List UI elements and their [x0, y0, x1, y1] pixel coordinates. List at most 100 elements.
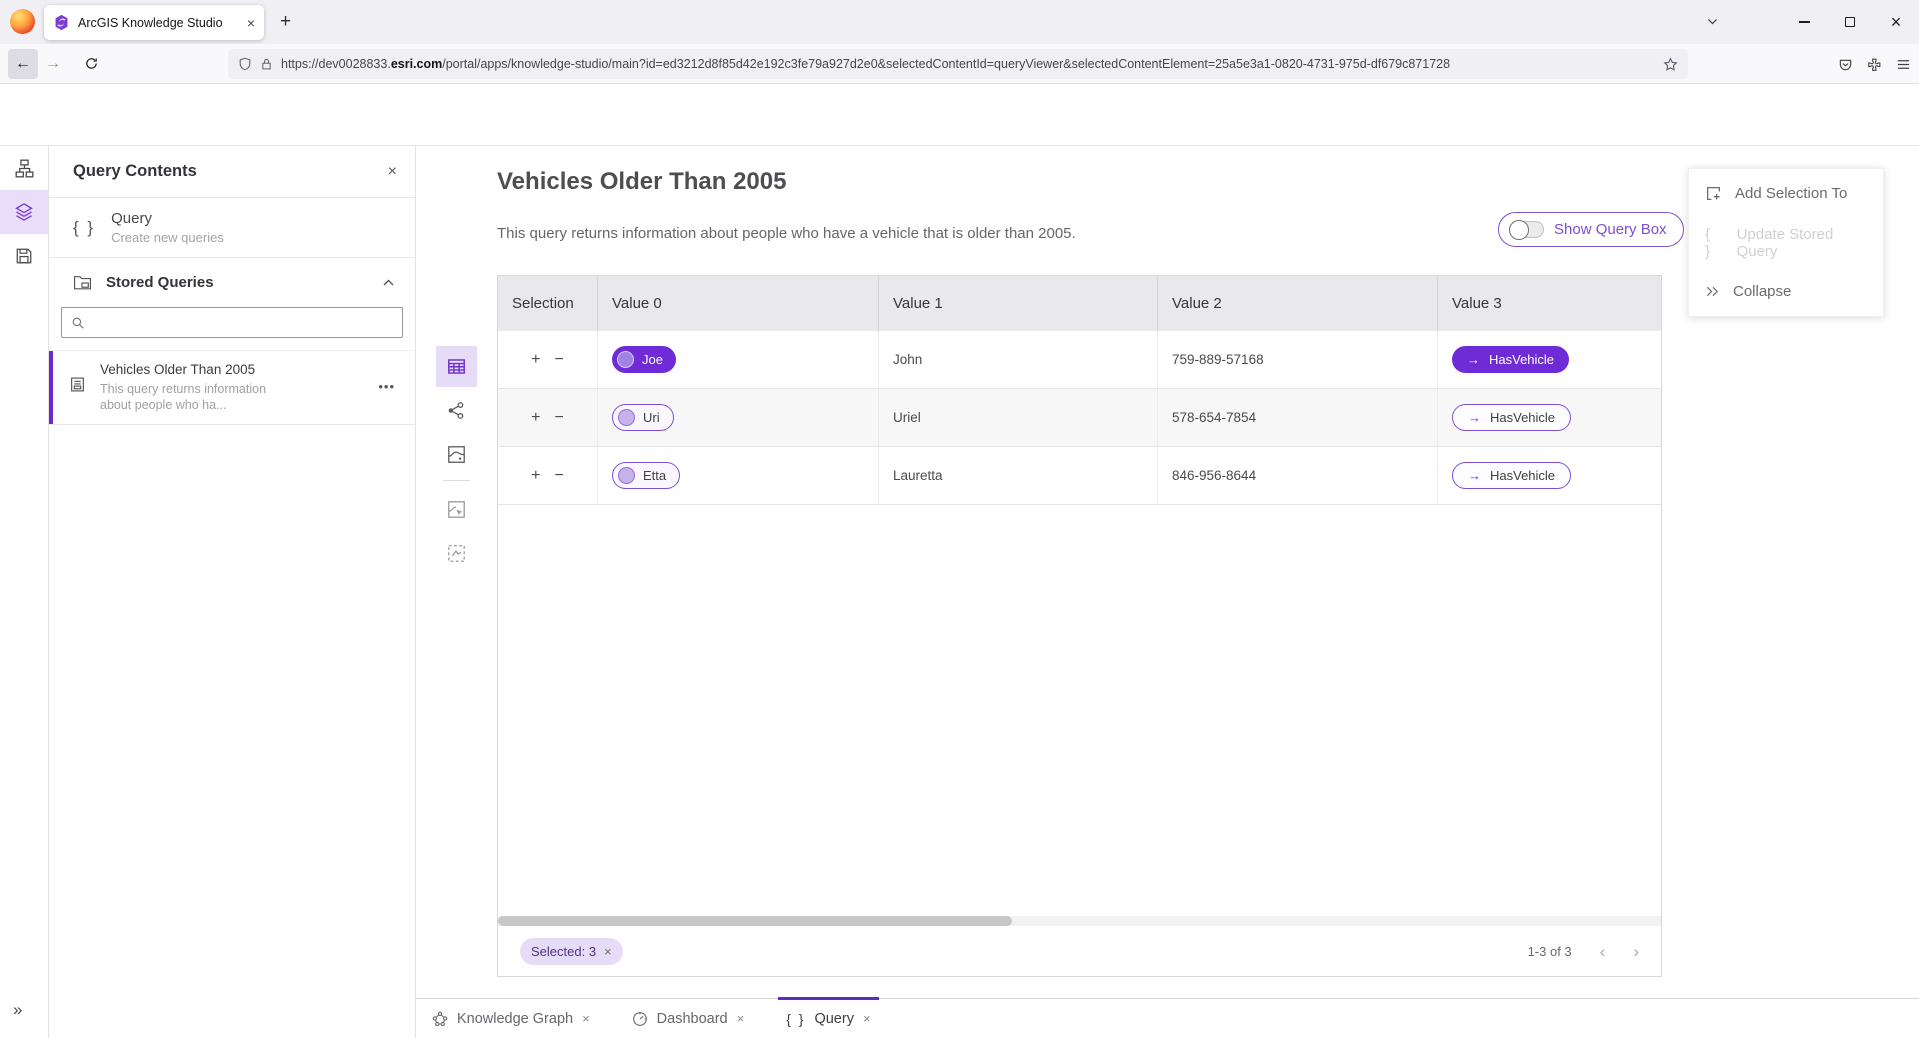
next-page-icon[interactable]: ›: [1633, 942, 1639, 962]
toggle-switch[interactable]: [1509, 221, 1544, 238]
browser-tab[interactable]: ArcGIS Knowledge Studio ×: [44, 5, 264, 40]
table-row[interactable]: +− Uri Uriel578-654-7854 →HasVehicle: [498, 389, 1661, 447]
forward-button[interactable]: →: [38, 49, 68, 79]
close-window-button[interactable]: ×: [1873, 0, 1919, 44]
results-table: Selection Value 0 Value 1 Value 2 Value …: [497, 275, 1662, 977]
menu-item-update-stored-query[interactable]: { } Update Stored Query: [1689, 218, 1883, 267]
remove-selection-icon[interactable]: −: [555, 409, 564, 427]
shield-icon[interactable]: [238, 57, 252, 71]
layers-icon: [14, 202, 34, 222]
back-button[interactable]: ←: [8, 49, 38, 79]
entity-chip[interactable]: Uri: [612, 404, 674, 431]
selection-area-icon: [447, 544, 466, 563]
page-description: This query returns information about peo…: [497, 225, 1076, 242]
column-header[interactable]: Value 2: [1158, 276, 1438, 331]
selection-cell: +−: [498, 331, 598, 388]
lock-icon[interactable]: [260, 57, 273, 71]
entity-label: Uri: [643, 410, 660, 425]
expand-selection-icon[interactable]: +: [531, 351, 540, 369]
tab-knowledge-graph[interactable]: Knowledge Graph ×: [430, 999, 592, 1038]
entity-avatar-icon: [618, 409, 635, 426]
tab-list-chevron-icon[interactable]: [1706, 15, 1719, 28]
panel-close-icon[interactable]: ×: [388, 163, 397, 181]
expand-selection-icon[interactable]: +: [531, 409, 540, 427]
tab-query[interactable]: { } Query ×: [784, 999, 872, 1038]
tab-label: Dashboard: [657, 1011, 728, 1027]
menu-item-collapse[interactable]: Collapse: [1689, 267, 1883, 316]
chevron-up-icon[interactable]: [382, 276, 395, 289]
scrollbar-thumb[interactable]: [498, 916, 1012, 926]
selection-cell: +−: [498, 447, 598, 504]
relationship-chip[interactable]: → HasVehicle: [1452, 346, 1569, 373]
url-bar[interactable]: https://dev0028833.esri.com/portal/apps/…: [228, 49, 1688, 79]
entity-label: Joe: [642, 352, 663, 367]
sidebar-item-data-model[interactable]: [0, 146, 48, 190]
arrow-right-icon: →: [1467, 352, 1480, 367]
bookmark-star-icon[interactable]: [1663, 57, 1678, 72]
extensions-icon[interactable]: [1867, 57, 1882, 72]
column-header[interactable]: Value 0: [598, 276, 879, 331]
select-area-button[interactable]: [436, 533, 477, 574]
close-tab-icon[interactable]: ×: [863, 1011, 871, 1026]
value1-cell: Lauretta: [879, 447, 1158, 504]
table-row[interactable]: +−EttaLauretta846-956-8644→HasVehicle: [498, 447, 1661, 505]
hamburger-menu-icon[interactable]: [1896, 57, 1911, 72]
arcgis-favicon: [53, 14, 70, 31]
new-tab-button[interactable]: +: [280, 11, 291, 33]
entity-label: Etta: [643, 468, 666, 483]
tab-label: Knowledge Graph: [457, 1011, 573, 1027]
folder-icon: [73, 274, 92, 291]
column-header[interactable]: Value 1: [879, 276, 1158, 331]
tab-close-icon[interactable]: ×: [247, 16, 255, 30]
remove-selection-icon[interactable]: −: [555, 351, 564, 369]
entity-chip[interactable]: Etta: [612, 462, 680, 489]
firefox-icon[interactable]: [10, 9, 35, 34]
table-view-button[interactable]: [436, 346, 477, 387]
menu-item-add-selection-to[interactable]: Add Selection To: [1689, 169, 1883, 218]
link-chart-view-button[interactable]: [436, 390, 477, 431]
save-icon: [15, 247, 33, 265]
stored-queries-title: Stored Queries: [106, 274, 368, 291]
arrow-right-icon: →: [1468, 410, 1481, 425]
table-row[interactable]: +−JoeJohn759-889-57168→HasVehicle: [498, 331, 1661, 389]
panel-title: Query Contents: [73, 162, 388, 181]
show-query-box-toggle[interactable]: Show Query Box: [1498, 212, 1684, 247]
dashboard-icon: [632, 1011, 648, 1027]
map-view-button[interactable]: [436, 434, 477, 475]
add-to-map-button[interactable]: [436, 489, 477, 530]
value1-cell: Uriel: [879, 389, 1158, 446]
sidebar-item-save[interactable]: [0, 234, 48, 278]
expand-rail-icon[interactable]: »: [13, 1000, 22, 1020]
item-options-icon[interactable]: •••: [378, 379, 395, 394]
query-item[interactable]: { } Query Create new queries: [49, 198, 415, 258]
stored-query-item[interactable]: Vehicles Older Than 2005 This query retu…: [49, 350, 415, 425]
relationship-label: HasVehicle: [1489, 352, 1554, 367]
close-tab-icon[interactable]: ×: [737, 1011, 745, 1026]
pocket-icon[interactable]: [1838, 57, 1853, 72]
remove-selection-icon[interactable]: −: [555, 467, 564, 485]
entity-chip[interactable]: Joe: [612, 346, 676, 373]
relationship-chip[interactable]: →HasVehicle: [1452, 462, 1571, 489]
value2-cell: 578-654-7854: [1158, 389, 1438, 446]
close-tab-icon[interactable]: ×: [582, 1011, 590, 1026]
tab-dashboard[interactable]: Dashboard ×: [630, 999, 747, 1038]
maximize-button[interactable]: [1827, 0, 1873, 44]
search-input[interactable]: [93, 315, 393, 330]
minimize-button[interactable]: [1781, 0, 1827, 44]
stored-query-title: Vehicles Older Than 2005: [100, 362, 300, 377]
stored-queries-header[interactable]: Stored Queries: [49, 258, 415, 301]
sidebar-item-contents[interactable]: [0, 190, 48, 234]
clear-selection-icon[interactable]: ×: [604, 944, 612, 959]
horizontal-scrollbar[interactable]: [498, 916, 1661, 926]
braces-icon: { }: [73, 218, 95, 238]
relationship-chip[interactable]: →HasVehicle: [1452, 404, 1571, 431]
add-selection-icon: [1705, 185, 1722, 202]
column-header[interactable]: Selection: [498, 276, 598, 331]
row-range: 1-3 of 3: [1528, 944, 1572, 959]
expand-selection-icon[interactable]: +: [531, 467, 540, 485]
prev-page-icon[interactable]: ‹: [1600, 942, 1606, 962]
column-header[interactable]: Value 3: [1438, 276, 1661, 331]
stored-queries-search[interactable]: [61, 307, 403, 338]
reload-button[interactable]: [76, 49, 106, 79]
selected-count-chip[interactable]: Selected: 3 ×: [520, 938, 623, 965]
